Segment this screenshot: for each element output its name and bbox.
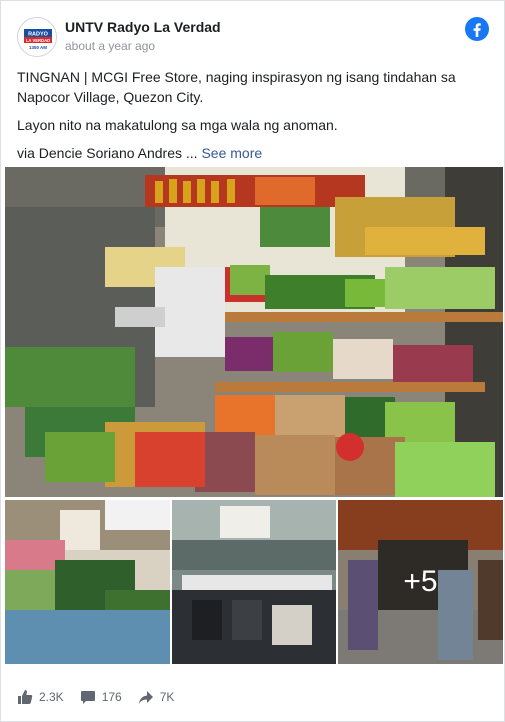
logo-text-top: RADYO	[28, 32, 49, 38]
page-avatar[interactable]: RADYO LA VERDAD 1350 AM	[17, 17, 57, 57]
shares-count: 7K	[159, 690, 175, 704]
photo-people-store[interactable]: +5	[338, 500, 503, 664]
reactions-stat[interactable]: 2.3K	[17, 689, 64, 705]
post-ellipsis: ...	[182, 145, 202, 161]
photo-main-store-shelves[interactable]	[5, 167, 503, 497]
shares-stat[interactable]: 7K	[138, 689, 175, 705]
post-stats-bar: 2.3K 176 7K	[17, 685, 190, 709]
facebook-post: RADYO LA VERDAD 1350 AM UNTV Radyo La Ve…	[0, 0, 505, 722]
radyo-la-verdad-logo: RADYO LA VERDAD 1350 AM	[19, 19, 56, 56]
post-text: TINGNAN | MCGI Free Store, naging inspir…	[17, 67, 487, 171]
post-header: RADYO LA VERDAD 1350 AM UNTV Radyo La Ve…	[17, 17, 489, 61]
post-byline-line: via Dencie Soriano Andres ... See more	[17, 143, 487, 163]
post-paragraph-2: Layon nito na makatulong sa mga wala ng …	[17, 117, 338, 133]
comment-icon	[80, 691, 95, 704]
photo-vegetables-sign[interactable]	[5, 500, 170, 664]
photo-clothes-table[interactable]	[172, 500, 336, 664]
post-paragraph-1: TINGNAN | MCGI Free Store, naging inspir…	[17, 69, 456, 105]
logo-text-mid: LA VERDAD	[26, 38, 50, 43]
photo-grid: +5	[5, 167, 503, 667]
page-name[interactable]: UNTV Radyo La Verdad	[65, 19, 221, 35]
comments-stat[interactable]: 176	[80, 689, 122, 705]
more-photos-count[interactable]: +5	[338, 500, 503, 664]
reactions-count: 2.3K	[39, 690, 64, 704]
facebook-logo-icon[interactable]	[465, 17, 489, 41]
logo-text-bottom: 1350 AM	[29, 45, 47, 50]
post-timestamp[interactable]: about a year ago	[65, 39, 155, 53]
share-icon	[138, 691, 153, 704]
thumbs-up-icon	[18, 690, 33, 704]
comments-count: 176	[101, 690, 122, 704]
see-more-link[interactable]: See more	[201, 145, 262, 161]
post-byline: via Dencie Soriano Andres	[17, 145, 182, 161]
